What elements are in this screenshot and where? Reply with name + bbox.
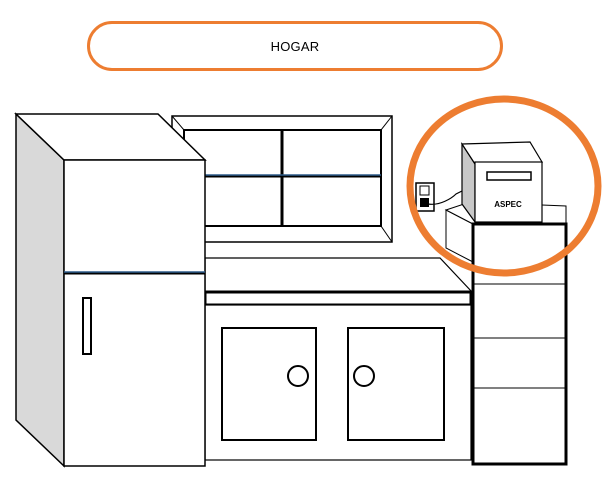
kitchen-diagram: HOGAR ASPEC: [0, 0, 604, 481]
device-label: ASPEC: [494, 200, 522, 209]
wall-outlet-icon: [415, 182, 435, 212]
refrigerator-icon: [14, 112, 207, 468]
voltage-regulator-icon: ASPEC: [460, 141, 544, 224]
kitchen-counter-icon: [203, 257, 474, 307]
kitchen-scene: ASPEC: [14, 95, 602, 468]
sink-cabinet-icon: [204, 304, 472, 461]
